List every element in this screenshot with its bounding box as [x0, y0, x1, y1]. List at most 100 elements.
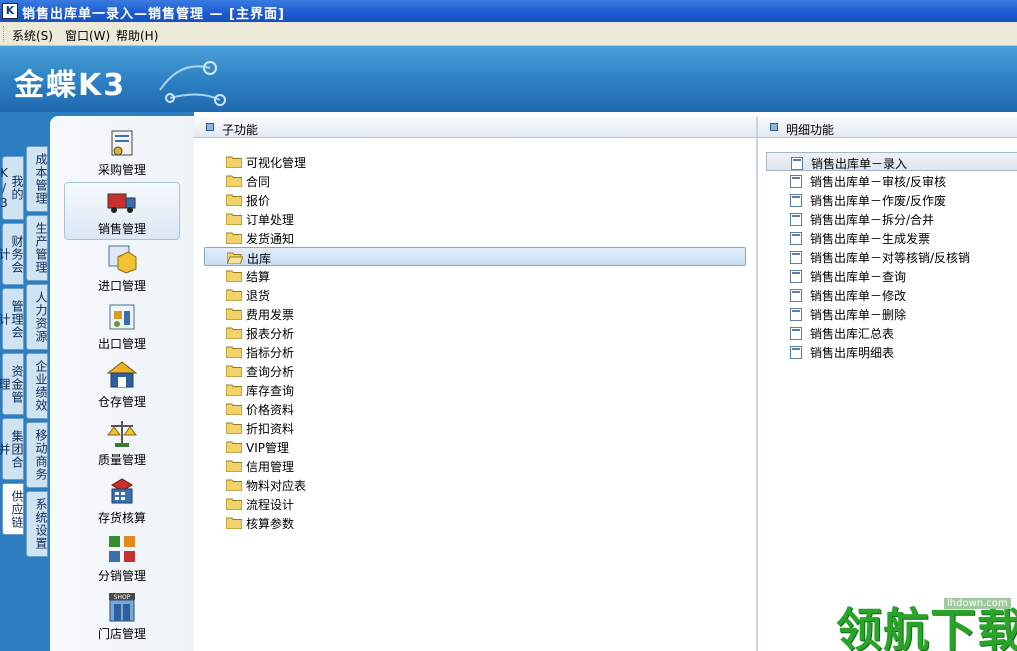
module-store[interactable]: SHOP 门店管理: [64, 588, 180, 646]
detail-item-outbound-writeoff[interactable]: 销售出库单－对等核销/反核销: [766, 247, 1017, 266]
module-purchase[interactable]: 采购管理: [64, 124, 180, 182]
folder-item-report-analysis[interactable]: 报表分析: [204, 323, 746, 342]
folder-item-delivery-notice[interactable]: 发货通知: [204, 228, 746, 247]
folder-item-vip-management[interactable]: VIP管理: [204, 437, 746, 456]
folder-item-credit-management[interactable]: 信用管理: [204, 456, 746, 475]
detail-title: 明细功能: [786, 123, 835, 137]
tab-human-resources[interactable]: 人力资源: [26, 284, 48, 350]
toolbar-grip[interactable]: [3, 26, 6, 42]
folder-icon: [226, 498, 242, 510]
menu-window[interactable]: 窗口(W): [65, 27, 110, 44]
tab-enterprise-performance[interactable]: 企业绩效: [26, 353, 48, 419]
tab-supply-chain[interactable]: 供应链: [2, 483, 24, 535]
distribution-icon: [109, 536, 135, 562]
folder-item-stock-query[interactable]: 库存查询: [204, 380, 746, 399]
module-distribution[interactable]: 分销管理: [64, 530, 180, 588]
tab-financial-accounting[interactable]: 财务会计: [0, 223, 24, 285]
folder-icon: [226, 232, 242, 244]
folder-item-order-processing[interactable]: 订单处理: [204, 209, 746, 228]
menu-help[interactable]: 帮助(H): [116, 27, 158, 44]
document-icon: [790, 213, 802, 226]
document-icon: [790, 194, 802, 207]
tab-cost-management[interactable]: 成本管理: [26, 146, 48, 212]
folder-icon: [226, 517, 242, 529]
tab-fund-management[interactable]: 资金管理: [0, 353, 24, 415]
menu-bar: 系统(S) 窗口(W) 帮助(H): [0, 22, 1017, 46]
detail-item-outbound-entry[interactable]: 销售出库单－录入: [766, 152, 1017, 171]
detail-item-outbound-void[interactable]: 销售出库单－作废/反作废: [766, 190, 1017, 209]
subfunction-title: 子功能: [222, 123, 259, 137]
kingdee-k3-logo: 金蝶K3: [14, 68, 127, 103]
detail-item-outbound-query[interactable]: 销售出库单－查询: [766, 266, 1017, 285]
left-navigation: 我的K/3 财务会计 管理会计 资金管理 集团合并 供应链 成本管理 生产管理 …: [0, 112, 194, 651]
module-inventory-accounting[interactable]: 存货核算: [64, 472, 180, 530]
app-icon[interactable]: K: [2, 3, 18, 19]
module-sales[interactable]: 销售管理: [64, 182, 180, 240]
folder-item-discount-data[interactable]: 折扣资料: [204, 418, 746, 437]
tab-management-accounting[interactable]: 管理会计: [0, 288, 24, 350]
folder-item-query-analysis[interactable]: 查询分析: [204, 361, 746, 380]
inventory-calc-icon: [111, 478, 133, 504]
module-warehouse[interactable]: 仓存管理: [64, 356, 180, 414]
detail-item-outbound-delete[interactable]: 销售出库单－删除: [766, 304, 1017, 323]
subfunction-header: 子功能: [194, 117, 756, 138]
folder-icon: [226, 460, 242, 472]
tab-system-settings[interactable]: 系统设置: [26, 491, 48, 557]
quality-scale-icon: [107, 421, 137, 447]
folder-item-settlement[interactable]: 结算: [204, 266, 746, 285]
folder-icon: [226, 327, 242, 339]
folder-item-quotation[interactable]: 报价: [204, 190, 746, 209]
detail-item-outbound-generate-invoice[interactable]: 销售出库单－生成发票: [766, 228, 1017, 247]
detail-item-outbound-modify[interactable]: 销售出库单－修改: [766, 285, 1017, 304]
folder-item-contract[interactable]: 合同: [204, 171, 746, 190]
document-icon: [790, 175, 802, 188]
detail-item-outbound-detail-report[interactable]: 销售出库明细表: [766, 342, 1017, 361]
folder-item-process-design[interactable]: 流程设计: [204, 494, 746, 513]
inner-tab-strip: 成本管理 生产管理 人力资源 企业绩效 移动商务 系统设置: [26, 146, 48, 560]
folder-icon: [226, 365, 242, 377]
folder-item-material-mapping[interactable]: 物料对应表: [204, 475, 746, 494]
document-icon: [790, 327, 802, 340]
tab-my-k3[interactable]: 我的K/3: [0, 156, 24, 220]
tab-mobile-commerce[interactable]: 移动商务: [26, 422, 48, 488]
folder-icon: [226, 194, 242, 206]
warehouse-icon: [106, 361, 138, 388]
shop-icon: SHOP: [109, 593, 135, 622]
folder-icon: [226, 479, 242, 491]
module-quality[interactable]: 质量管理: [64, 414, 180, 472]
folder-item-price-data[interactable]: 价格资料: [204, 399, 746, 418]
folder-item-outbound[interactable]: 出库: [204, 247, 746, 266]
header-bullet-icon: [206, 123, 214, 131]
subfunction-panel: 可视化管理 合同 报价 订单处理 发货通知 出库 结算 退货 费用发票 报表分析…: [194, 138, 756, 651]
folder-icon: [226, 213, 242, 225]
sales-truck-icon: [107, 193, 136, 213]
menu-system[interactable]: 系统(S): [12, 27, 53, 44]
document-icon: [791, 157, 803, 170]
detail-item-outbound-split-merge[interactable]: 销售出库单－拆分/合并: [766, 209, 1017, 228]
detail-item-outbound-summary[interactable]: 销售出库汇总表: [766, 323, 1017, 342]
folder-icon: [226, 156, 242, 168]
tab-group-consolidation[interactable]: 集团合并: [0, 418, 24, 480]
export-icon: [109, 304, 135, 330]
module-list: 采购管理 销售管理 进口管理 出口管理 仓存管理 质量管理 存货核算 分销管理: [50, 116, 194, 651]
tab-production-management[interactable]: 生产管理: [26, 215, 48, 281]
folder-icon: [226, 384, 242, 396]
folder-icon: [226, 175, 242, 187]
module-import[interactable]: 进口管理: [64, 240, 180, 298]
folder-item-returns[interactable]: 退货: [204, 285, 746, 304]
detail-header: 明细功能: [758, 117, 1017, 138]
folder-item-accounting-parameters[interactable]: 核算参数: [204, 513, 746, 532]
folder-item-expense-invoice[interactable]: 费用发票: [204, 304, 746, 323]
detail-item-outbound-audit[interactable]: 销售出库单－审核/反审核: [766, 171, 1017, 190]
folder-item-visual-management[interactable]: 可视化管理: [204, 152, 746, 171]
title-bar: K 销售出库单一录入—销售管理 — [主界面]: [0, 0, 1017, 22]
document-icon: [790, 346, 802, 359]
folder-open-icon: [227, 252, 243, 264]
module-export[interactable]: 出口管理: [64, 298, 180, 356]
logo-swirl-icon: [159, 61, 226, 106]
document-icon: [790, 289, 802, 302]
folder-icon: [226, 308, 242, 320]
folder-icon: [226, 289, 242, 301]
folder-icon: [226, 346, 242, 358]
folder-item-indicator-analysis[interactable]: 指标分析: [204, 342, 746, 361]
